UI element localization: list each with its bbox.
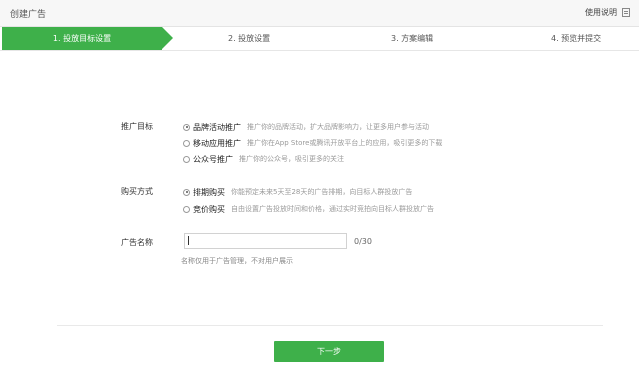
page-title: 创建广告 [10,10,47,20]
promotion-target-label: 推广目标 [121,122,153,131]
radio-button[interactable] [183,123,190,131]
ad-name-input[interactable] [184,233,347,249]
help-link[interactable]: 使用说明 [585,7,617,18]
step-4-preview-submit: 4. 预览并提交 [551,34,602,43]
option-description: 推广你在App Store或腾讯开放平台上的应用，吸引更多的下载 [247,139,443,147]
buy-option-bidding[interactable]: 竞价购买 自由设置广告投放时间和价格，通过实时竞拍向目标人群投放广告 [183,203,434,215]
radio-button[interactable] [183,139,190,147]
ad-name-hint: 名称仅用于广告管理，不对用户展示 [181,257,293,265]
character-counter: 0/30 [354,237,372,246]
text-cursor [188,236,189,245]
option-label[interactable]: 移动应用推广 [193,138,241,149]
option-description: 你能预定未来5天至28天的广告排期，向目标人群投放广告 [231,188,413,196]
step-1-target-settings: 1. 投放目标设置 [2,27,173,50]
buy-option-schedule[interactable]: 排期购买 你能预定未来5天至28天的广告排期，向目标人群投放广告 [183,186,412,198]
target-option-brand[interactable]: 品牌活动推广 推广你的品牌活动，扩大品牌影响力，让更多用户参与活动 [183,121,429,133]
option-label[interactable]: 排期购买 [193,187,225,198]
radio-button[interactable] [183,205,190,213]
ad-name-label: 广告名称 [121,238,153,247]
step-progress-bar: 1. 投放目标设置 2. 投放设置 3. 方案编辑 4. 预览并提交 [0,27,639,51]
step-3-plan-editing: 3. 方案编辑 [391,34,434,43]
option-label[interactable]: 品牌活动推广 [193,122,241,133]
buy-mode-label: 购买方式 [121,187,153,196]
top-bar: 创建广告 使用说明 [0,0,639,27]
option-label[interactable]: 公众号推广 [193,154,233,165]
document-icon[interactable] [622,8,630,17]
divider [57,325,603,326]
step-2-delivery-settings: 2. 投放设置 [228,34,271,43]
target-option-official-account[interactable]: 公众号推广 推广你的公众号，吸引更多的关注 [183,153,344,165]
radio-button[interactable] [183,188,190,196]
option-description: 自由设置广告投放时间和价格，通过实时竞拍向目标人群投放广告 [231,205,434,213]
target-option-app[interactable]: 移动应用推广 推广你在App Store或腾讯开放平台上的应用，吸引更多的下载 [183,137,442,149]
radio-button[interactable] [183,155,190,163]
option-description: 推广你的公众号，吸引更多的关注 [239,155,344,163]
option-label[interactable]: 竞价购买 [193,204,225,215]
next-step-button[interactable]: 下一步 [274,341,384,362]
option-description: 推广你的品牌活动，扩大品牌影响力，让更多用户参与活动 [247,123,429,131]
